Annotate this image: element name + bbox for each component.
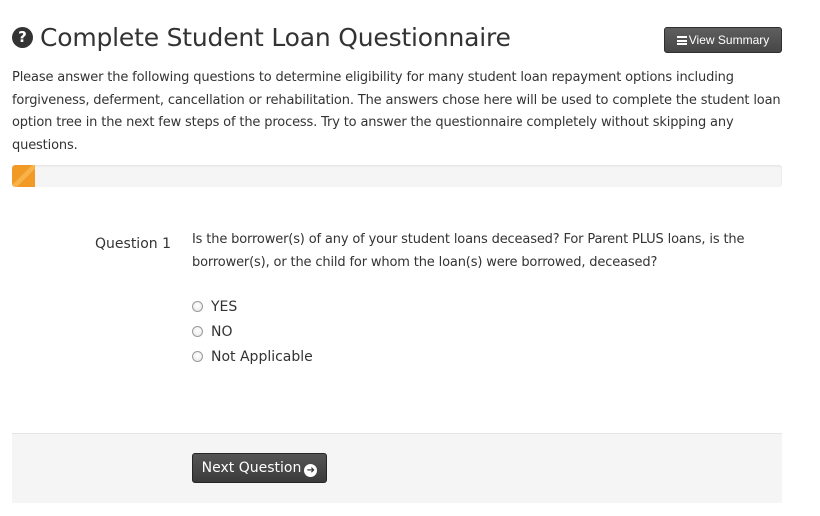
- intro-text: Please answer the following questions to…: [12, 70, 781, 153]
- option-no[interactable]: NO: [192, 319, 313, 344]
- option-not-applicable-label: Not Applicable: [211, 348, 313, 365]
- progress-bar: [12, 165, 782, 187]
- radio-yes[interactable]: [192, 301, 203, 312]
- radio-not-applicable[interactable]: [192, 351, 203, 362]
- questionnaire-page: ? Complete Student Loan Questionnaire Vi…: [0, 0, 820, 516]
- option-not-applicable[interactable]: Not Applicable: [192, 344, 313, 369]
- next-question-label: Next Question: [201, 460, 302, 476]
- option-yes-label: YES: [211, 298, 238, 315]
- question-number: Question 1: [95, 236, 171, 252]
- question-circle-icon: ?: [12, 27, 33, 48]
- form-footer: Next Question ➜: [12, 433, 782, 503]
- arrow-circle-right-icon: ➜: [304, 464, 318, 477]
- page-title: Complete Student Loan Questionnaire: [40, 23, 511, 52]
- answer-options: YES NO Not Applicable: [192, 294, 313, 369]
- list-icon: [676, 36, 687, 45]
- progress-fill: [12, 165, 36, 187]
- option-no-label: NO: [211, 323, 233, 340]
- view-summary-label: View Summary: [688, 33, 770, 47]
- radio-no[interactable]: [192, 326, 203, 337]
- option-yes[interactable]: YES: [192, 294, 313, 319]
- view-summary-button[interactable]: View Summary: [664, 27, 782, 53]
- page-header: ? Complete Student Loan Questionnaire Vi…: [12, 22, 782, 56]
- next-question-button[interactable]: Next Question ➜: [192, 453, 327, 483]
- question-text: Is the borrower(s) of any of your studen…: [192, 232, 745, 270]
